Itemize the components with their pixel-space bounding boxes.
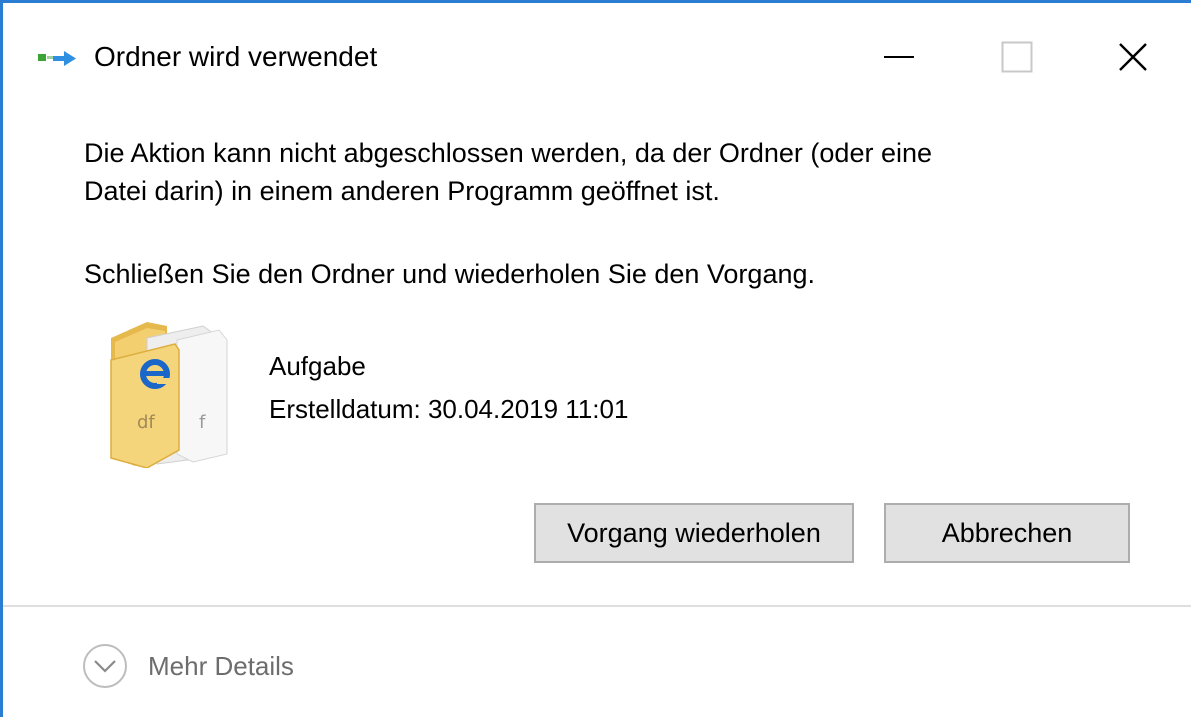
message-line-1: Die Aktion kann nicht abgeschlossen werd… (84, 138, 933, 168)
footer-divider (3, 605, 1191, 607)
file-created-date: Erstelldatum: 30.04.2019 11:01 (269, 394, 629, 424)
maximize-icon (1001, 41, 1033, 73)
dialog-window: Ordner wird verwendet Die Aktion kann ni… (0, 0, 1191, 717)
message-line-2: Datei darin) in einem anderen Programm g… (84, 176, 720, 206)
minimize-icon (884, 56, 914, 58)
more-details-label: Mehr Details (148, 651, 294, 681)
file-move-icon (38, 51, 76, 66)
minimize-button[interactable] (867, 25, 931, 89)
instruction-text: Schließen Sie den Ordner und wiederholen… (84, 259, 815, 289)
more-details-toggle[interactable]: Mehr Details (82, 642, 294, 690)
maximize-button[interactable] (985, 25, 1049, 89)
cancel-button[interactable]: Abbrechen (884, 503, 1130, 563)
window-title: Ordner wird verwendet (94, 41, 378, 72)
close-button[interactable] (1101, 25, 1165, 89)
folder-icon: df f (110, 322, 228, 468)
title-bar[interactable]: Ordner wird verwendet (3, 3, 1191, 101)
close-icon (1119, 43, 1147, 71)
svg-text:f: f (199, 412, 206, 433)
file-name: Aufgabe (269, 351, 366, 381)
svg-text:df: df (137, 412, 155, 433)
retry-button[interactable]: Vorgang wiederholen (534, 503, 854, 563)
chevron-down-circle-icon (83, 644, 127, 688)
